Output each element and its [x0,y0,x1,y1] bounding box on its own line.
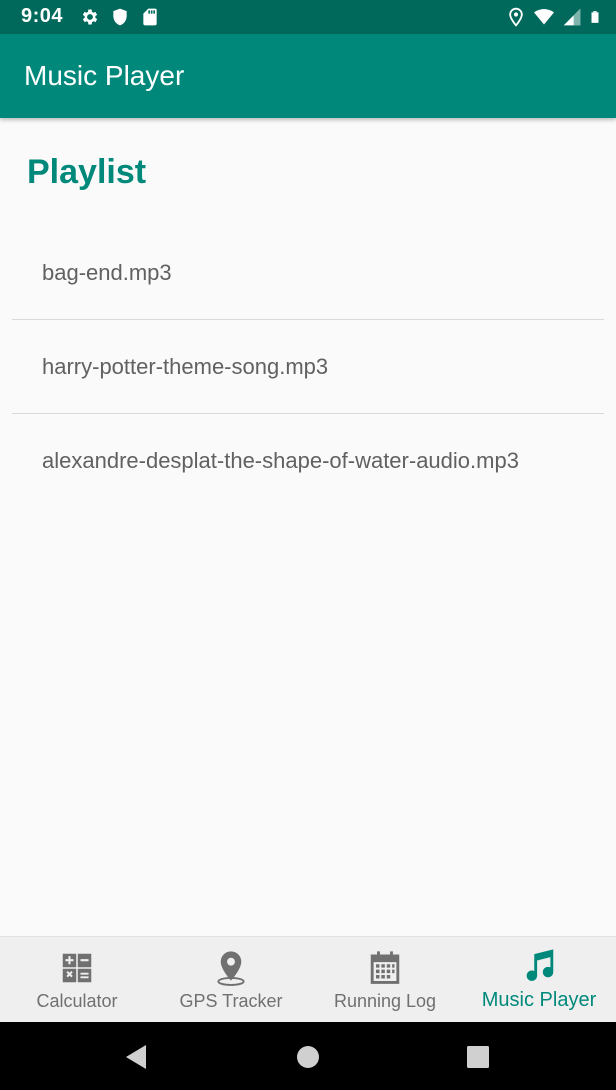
track-name: alexandre-desplat-the-shape-of-water-aud… [42,448,519,473]
nav-item-music-player[interactable]: Music Player [462,937,616,1023]
calendar-icon [370,951,400,984]
sd-card-icon [143,8,157,26]
track-item[interactable]: bag-end.mp3 [12,226,604,320]
battery-icon [591,11,599,23]
bottom-navigation: Calculator GPS Tracker Running Log Music… [0,936,616,1023]
nav-item-calculator[interactable]: Calculator [0,937,154,1023]
track-name: harry-potter-theme-song.mp3 [42,353,329,379]
nav-label: Running Log [333,991,437,1011]
wifi-icon [534,9,554,25]
track-name: bag-end.mp3 [42,259,172,285]
track-item[interactable]: alexandre-desplat-the-shape-of-water-aud… [12,414,604,508]
status-time: 9:04 [21,5,64,27]
status-bar: 9:04 [0,0,616,34]
location-icon [509,7,523,27]
track-item[interactable]: harry-potter-theme-song.mp3 [12,320,604,414]
home-icon[interactable] [297,1044,321,1070]
app-bar: Music Player [0,34,616,118]
calculator-icon [62,953,92,983]
system-navigation-bar [0,1022,616,1090]
nav-item-running-log[interactable]: Running Log [308,937,462,1023]
back-icon[interactable] [124,1044,148,1070]
playlist-heading: Playlist [27,153,147,191]
signal-icon [563,8,581,26]
gear-icon [82,9,98,25]
nav-label: Music Player [481,989,597,1011]
recents-icon[interactable] [466,1044,490,1070]
nav-item-gps-tracker[interactable]: GPS Tracker [154,937,308,1023]
location-pin-icon [217,951,245,986]
app-title: Music Player [24,60,185,91]
shield-icon [113,8,127,26]
music-note-icon [526,949,554,981]
nav-label: Calculator [36,991,118,1011]
nav-label: GPS Tracker [179,991,283,1011]
track-list: bag-end.mp3 harry-potter-theme-song.mp3 … [12,226,604,508]
